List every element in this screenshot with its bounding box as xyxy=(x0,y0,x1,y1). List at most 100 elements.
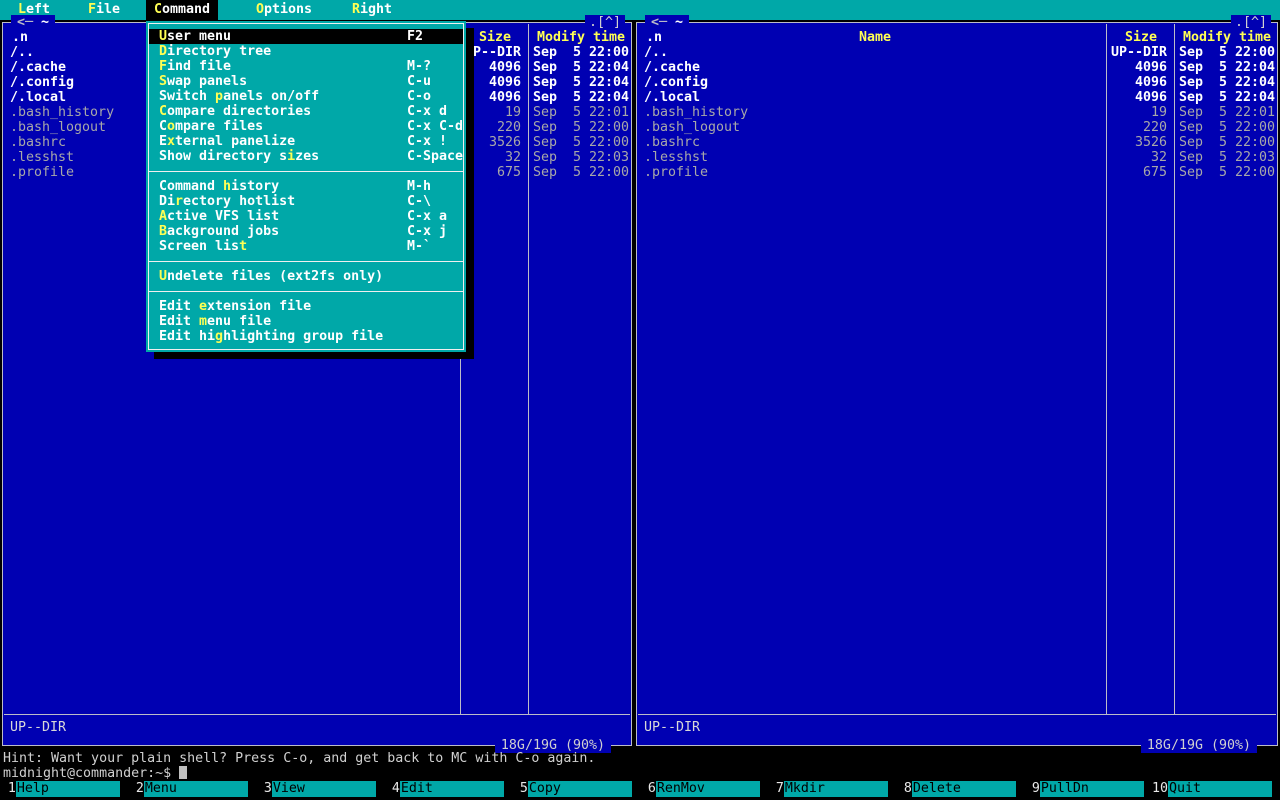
menu-item-directory-tree[interactable]: Directory tree xyxy=(149,44,463,59)
menu-item-command-history[interactable]: Command history M-h xyxy=(149,179,463,194)
file-mtime: Sep 5 22:00 xyxy=(533,165,630,180)
panel-updir-button[interactable]: .[^] xyxy=(584,15,625,30)
label-hotkey: U xyxy=(159,269,168,284)
fkey-3-view[interactable]: 3 View xyxy=(256,781,384,797)
menu-item-compare-directories[interactable]: Compare directories C-x d xyxy=(149,104,463,119)
fkey-4-edit[interactable]: 4 Edit xyxy=(384,781,512,797)
label-post: ctive VFS list xyxy=(167,209,280,224)
menu-item-undelete-files-ext2fs-only[interactable]: Undelete files (ext2fs only) xyxy=(149,269,463,284)
fkey-9-pulldn[interactable]: 9 PullDn xyxy=(1024,781,1152,797)
menu-item-edit-highlighting-group-file[interactable]: Edit highlighting group file xyxy=(149,329,463,344)
file-size: 3526 xyxy=(488,135,521,150)
label-post: ternal panelize xyxy=(175,134,296,149)
label-post: ptions xyxy=(264,2,313,17)
fkey-label: View xyxy=(271,781,376,797)
panel-path[interactable]: <─ ~ xyxy=(645,15,690,30)
fkey-label: Copy xyxy=(527,781,632,797)
fkey-number: 1 xyxy=(7,781,16,796)
fkey-2-menu[interactable]: 2 Menu xyxy=(128,781,256,797)
label-post: ackground jobs xyxy=(167,224,280,239)
file-row[interactable]: .profile 675 Sep 5 22:00 xyxy=(639,165,1275,180)
label-pre: Command xyxy=(159,179,224,194)
column-divider xyxy=(528,24,529,714)
sort-indicator: .n xyxy=(12,30,29,45)
file-row[interactable]: .lesshst 32 Sep 5 22:03 xyxy=(639,150,1275,165)
file-row[interactable]: /.local 4096 Sep 5 22:04 xyxy=(639,90,1275,105)
menubar-item-file[interactable]: File xyxy=(80,0,128,20)
label-post: ompare directories xyxy=(167,104,312,119)
fkey-number: 7 xyxy=(775,781,784,796)
panel-path-text: ~ xyxy=(41,15,50,30)
fkey-6-renmov[interactable]: 6 RenMov xyxy=(640,781,768,797)
fkey-7-mkdir[interactable]: 7 Mkdir xyxy=(768,781,896,797)
fkey-number: 3 xyxy=(263,781,272,796)
shell-prompt-line[interactable]: midnight@commander:~$ xyxy=(3,766,188,781)
menu-item-edit-menu-file[interactable]: Edit menu file xyxy=(149,314,463,329)
menu-item-shortcut: F2 xyxy=(407,29,424,44)
label-hotkey: g xyxy=(215,329,224,344)
fkey-10-quit[interactable]: 10 Quit xyxy=(1152,781,1280,797)
menu-item-edit-extension-file[interactable]: Edit extension file xyxy=(149,299,463,314)
panel-path[interactable]: <─ ~ xyxy=(11,15,56,30)
menubar-item-command[interactable]: Command xyxy=(146,0,219,20)
menu-item-active-vfs-list[interactable]: Active VFS list C-x a xyxy=(149,209,463,224)
file-name: /.config xyxy=(644,75,709,90)
label-post: ight xyxy=(360,2,393,17)
label-pre: Screen lis xyxy=(159,239,240,254)
file-row[interactable]: .bashrc 3526 Sep 5 22:00 xyxy=(639,135,1275,150)
file-mtime: Sep 5 22:00 xyxy=(533,135,630,150)
panel-path-text: ~ xyxy=(675,15,684,30)
file-mtime: Sep 5 22:04 xyxy=(1179,90,1276,105)
menu-item-external-panelize[interactable]: External panelize C-x ! xyxy=(149,134,463,149)
menu-item-swap-panels[interactable]: Swap panels C-u xyxy=(149,74,463,89)
file-row[interactable]: /.config 4096 Sep 5 22:04 xyxy=(639,75,1275,90)
hint-line: Hint: Want your plain shell? Press C-o, … xyxy=(3,751,596,766)
menu-item-switch-panels-on-off[interactable]: Switch panels on/off C-o xyxy=(149,89,463,104)
file-row[interactable]: /.cache 4096 Sep 5 22:04 xyxy=(639,60,1275,75)
label-post: ommand xyxy=(162,2,211,17)
file-size: 32 xyxy=(1150,150,1167,165)
file-size: 220 xyxy=(1142,120,1167,135)
column-divider xyxy=(1174,24,1175,714)
menubar-item-options[interactable]: Options xyxy=(248,0,320,20)
column-header-size[interactable]: Size xyxy=(1111,30,1171,45)
menu-item-shortcut: M-` xyxy=(407,239,432,254)
menu-item-show-directory-sizes[interactable]: Show directory sizes C-Space xyxy=(149,149,463,164)
menu-item-shortcut: C-x C-d xyxy=(407,119,464,134)
column-header-name[interactable]: Name xyxy=(639,30,1111,45)
fkey-8-delete[interactable]: 8 Delete xyxy=(896,781,1024,797)
file-row[interactable]: /.. UP--DIR Sep 5 22:00 xyxy=(639,45,1275,60)
file-mtime: Sep 5 22:03 xyxy=(1179,150,1276,165)
fkey-number: 8 xyxy=(903,781,912,796)
label-hotkey: m xyxy=(199,314,208,329)
file-mtime: Sep 5 22:00 xyxy=(533,120,630,135)
label-post: ind file xyxy=(167,59,232,74)
menu-item-find-file[interactable]: Find file M-? xyxy=(149,59,463,74)
fkey-number: 2 xyxy=(135,781,144,796)
menu-item-directory-hotlist[interactable]: Directory hotlist C-\ xyxy=(149,194,463,209)
file-size: UP--DIR xyxy=(1110,45,1167,60)
fkey-1-help[interactable]: 1 Help xyxy=(0,781,128,797)
right-panel: <─ ~ .[^] .n Name Size Modify time /.. UP--DIR S… xyxy=(636,15,1278,753)
file-row[interactable]: .bash_history 19 Sep 5 22:01 xyxy=(639,105,1275,120)
menu-item-screen-list[interactable]: Screen list M-` xyxy=(149,239,463,254)
menu-item-shortcut: C-\ xyxy=(407,194,432,209)
menu-item-shortcut: M-? xyxy=(407,59,432,74)
label-hotkey: O xyxy=(256,2,265,17)
menu-item-background-jobs[interactable]: Background jobs C-x j xyxy=(149,224,463,239)
fkey-number: 4 xyxy=(391,781,400,796)
menu-item-compare-files[interactable]: Compare files C-x C-d xyxy=(149,119,463,134)
panel-updir-button[interactable]: .[^] xyxy=(1230,15,1271,30)
label-post: irectory tree xyxy=(167,44,272,59)
label-hotkey: t xyxy=(239,239,248,254)
file-size: 4096 xyxy=(488,75,521,90)
fkey-5-copy[interactable]: 5 Copy xyxy=(512,781,640,797)
ministatus-separator xyxy=(4,714,630,715)
file-row[interactable]: .bash_logout 220 Sep 5 22:00 xyxy=(639,120,1275,135)
column-header-size[interactable]: Size xyxy=(465,30,525,45)
column-header-mtime[interactable]: Modify time xyxy=(533,30,629,45)
menu-item-user-menu[interactable]: User menu F2 xyxy=(149,29,463,44)
column-header-mtime[interactable]: Modify time xyxy=(1179,30,1275,45)
label-hotkey: C xyxy=(154,2,163,17)
menubar-item-right[interactable]: Right xyxy=(344,0,400,20)
